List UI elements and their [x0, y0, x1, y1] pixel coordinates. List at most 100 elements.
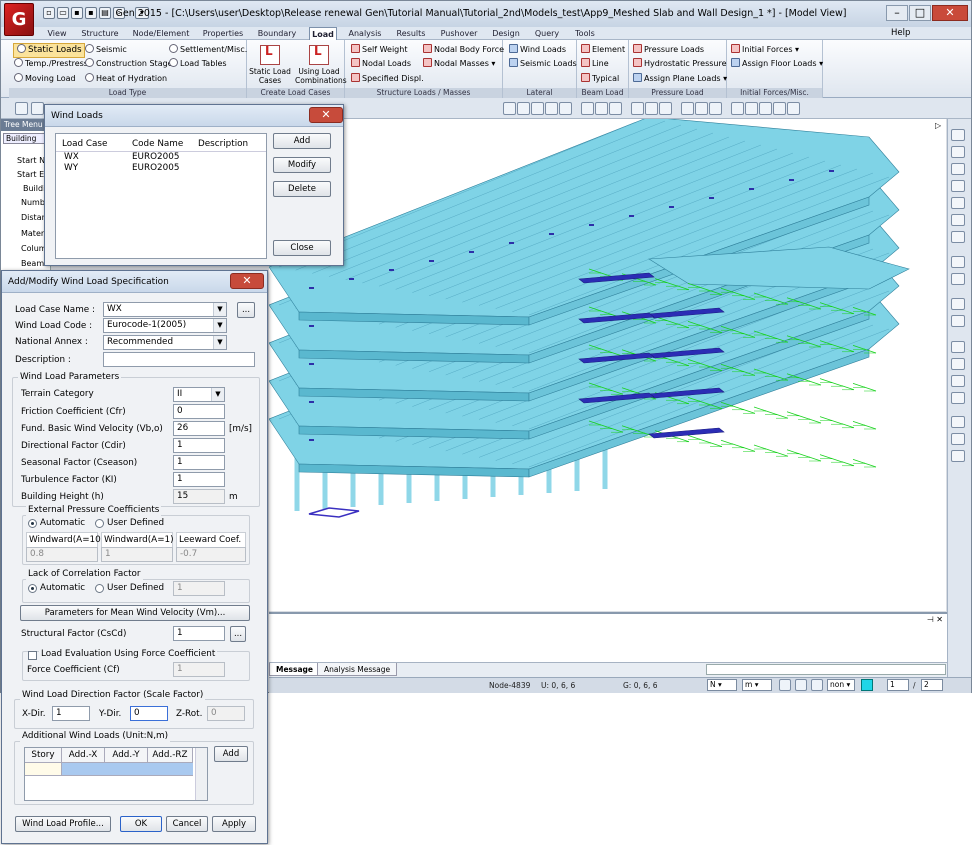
close-icon[interactable]: ✕: [230, 273, 264, 289]
scroll-right-icon[interactable]: ▷: [935, 121, 941, 130]
view-tool-icon[interactable]: [951, 450, 965, 462]
add-wind-load-button[interactable]: Add: [214, 746, 248, 762]
save-as-icon[interactable]: ▪: [85, 7, 97, 19]
wind-load-code-select[interactable]: Eurocode-1(2005) ▼: [103, 318, 227, 333]
table-row[interactable]: [62, 763, 193, 776]
maximize-button[interactable]: □: [909, 5, 931, 21]
terrain-category-select[interactable]: II ▼: [173, 387, 225, 402]
static-load-cases-button[interactable]: Static Load Cases: [249, 42, 291, 87]
zoom-window-icon[interactable]: [695, 102, 708, 115]
friction-coefficient-input[interactable]: 0: [173, 404, 225, 419]
view-tool-icon[interactable]: [951, 273, 965, 285]
apply-button[interactable]: Apply: [212, 816, 256, 832]
select-icon[interactable]: [503, 102, 516, 115]
iso-view-icon[interactable]: [731, 102, 744, 115]
tree-item[interactable]: Start N: [17, 155, 45, 166]
horizontal-scrollbar[interactable]: [706, 664, 946, 675]
tab-structure[interactable]: Structure: [81, 27, 119, 40]
seismic-loads-button[interactable]: Seismic Loads: [509, 58, 577, 71]
side-view-icon[interactable]: [773, 102, 786, 115]
tree-item[interactable]: Start El: [17, 169, 46, 180]
play-icon[interactable]: [811, 679, 823, 691]
minimize-button[interactable]: –: [886, 5, 908, 21]
app-logo[interactable]: G: [4, 3, 34, 36]
snap-icon[interactable]: [795, 679, 807, 691]
settlement-button[interactable]: Settlement/Misc.: [169, 44, 247, 57]
help-menu[interactable]: Help: [891, 27, 910, 40]
activate-icon[interactable]: [631, 102, 644, 115]
self-weight-button[interactable]: Self Weight: [351, 44, 407, 57]
y-dir-input[interactable]: 0: [130, 706, 168, 721]
description-input[interactable]: [103, 352, 255, 367]
pan-icon[interactable]: [709, 102, 722, 115]
assign-plane-loads-button[interactable]: Assign Plane Loads ▾: [633, 73, 727, 86]
view-tool-icon[interactable]: [951, 129, 965, 141]
tree-item[interactable]: Numb: [21, 197, 45, 208]
new-file-icon[interactable]: ▫: [43, 7, 55, 19]
select-previous-icon[interactable]: [595, 102, 608, 115]
view-tool-icon[interactable]: [951, 298, 965, 310]
close-window-button[interactable]: ✕: [932, 5, 968, 21]
none-select[interactable]: non ▾: [827, 679, 855, 691]
top-view-icon[interactable]: [745, 102, 758, 115]
activate-all-icon[interactable]: [659, 102, 672, 115]
view-tool-icon[interactable]: [951, 358, 965, 370]
tab-node-element[interactable]: Node/Element: [131, 27, 191, 40]
pin-close-icon[interactable]: ⊣ ✕: [927, 615, 943, 624]
pressure-loads-button[interactable]: Pressure Loads: [633, 44, 704, 57]
force-unit-select[interactable]: N ▾: [707, 679, 737, 691]
front-view-icon[interactable]: [759, 102, 772, 115]
table-cell[interactable]: EURO2005: [132, 152, 179, 163]
nodal-body-force-button[interactable]: Nodal Body Force: [423, 44, 504, 57]
save-icon[interactable]: ▪: [71, 7, 83, 19]
typical-beam-load-button[interactable]: Typical: [581, 73, 619, 86]
additional-loads-table[interactable]: Story Add.-X Add.-Y Add.-RZ: [24, 747, 208, 801]
radio-label[interactable]: User Defined: [107, 516, 164, 530]
structural-factor-input[interactable]: 1: [173, 626, 225, 641]
pressure-user-defined-radio[interactable]: [95, 519, 104, 528]
checkbox-label[interactable]: Load Evaluation Using Force Coefficient: [39, 649, 218, 660]
modify-button[interactable]: Modify: [273, 157, 331, 173]
add-button[interactable]: Add: [273, 133, 331, 149]
line-beam-load-button[interactable]: Line: [581, 58, 609, 71]
view-tool-icon[interactable]: [951, 433, 965, 445]
unselect-icon[interactable]: [581, 102, 594, 115]
delete-button[interactable]: Delete: [273, 181, 331, 197]
tab-design[interactable]: Design: [489, 27, 523, 40]
select-all-icon[interactable]: [609, 102, 622, 115]
lock-icon[interactable]: [787, 102, 800, 115]
tab-boundary[interactable]: Boundary: [255, 27, 299, 40]
table-cell[interactable]: EURO2005: [132, 163, 179, 174]
x-dir-input[interactable]: 1: [52, 706, 90, 721]
tab-message[interactable]: Message: [269, 663, 320, 676]
page-input[interactable]: 1: [887, 679, 909, 691]
view-tool-icon[interactable]: [951, 180, 965, 192]
undo-icon[interactable]: [15, 102, 28, 115]
tab-analysis-message[interactable]: Analysis Message: [317, 663, 398, 676]
wind-load-profile-button[interactable]: Wind Load Profile...: [15, 816, 111, 832]
message-window[interactable]: ⊣ ✕: [269, 612, 947, 662]
select-plane-icon[interactable]: [559, 102, 572, 115]
view-tool-icon[interactable]: [951, 375, 965, 387]
seismic-button[interactable]: Seismic: [85, 44, 127, 57]
pressure-automatic-radio[interactable]: [28, 519, 37, 528]
tree-item[interactable]: Materi: [21, 228, 46, 239]
radio-label[interactable]: User Defined: [107, 581, 164, 595]
view-tool-icon[interactable]: [951, 163, 965, 175]
tree-item[interactable]: Distan: [21, 212, 47, 223]
select-polygon-icon[interactable]: [531, 102, 544, 115]
radio-label[interactable]: Automatic: [40, 581, 85, 595]
tab-results[interactable]: Results: [393, 27, 429, 40]
table-row[interactable]: WX: [64, 152, 79, 163]
view-tool-icon[interactable]: [951, 392, 965, 404]
assign-floor-loads-button[interactable]: Assign Floor Loads ▾: [731, 58, 823, 71]
tree-item[interactable]: Colum: [21, 243, 47, 254]
model-view[interactable]: ▷: [268, 116, 946, 611]
load-case-browse-button[interactable]: ...: [237, 302, 255, 318]
ok-button[interactable]: OK: [120, 816, 162, 832]
radio-label[interactable]: Automatic: [40, 516, 85, 530]
static-loads-button[interactable]: Static Loads: [13, 43, 85, 58]
view-tool-icon[interactable]: [951, 341, 965, 353]
open-folder-icon[interactable]: ▭: [57, 7, 69, 19]
length-unit-select[interactable]: m ▾: [742, 679, 772, 691]
